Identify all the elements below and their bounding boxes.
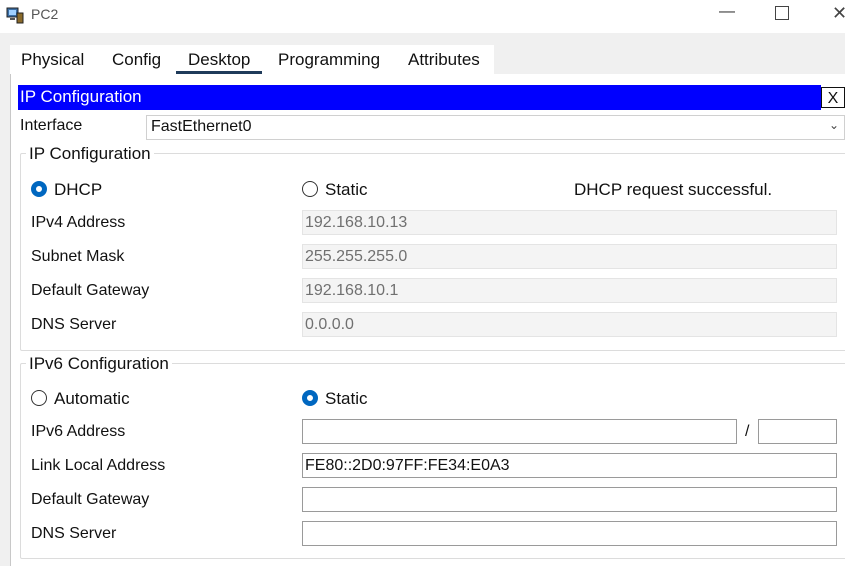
ipv6-automatic-radio-label[interactable]: Automatic: [54, 389, 130, 409]
close-window-button[interactable]: ✕: [832, 2, 845, 24]
ipv6-group-title: IPv6 Configuration: [26, 354, 172, 374]
pc-app-icon: [6, 7, 24, 24]
ipv4-gateway-field[interactable]: 192.168.10.1: [302, 278, 837, 303]
ip-config-header: IP Configuration: [18, 85, 821, 110]
tab-config[interactable]: Config: [112, 45, 161, 74]
title-bar: PC2 — ✕: [0, 0, 845, 30]
ipv4-static-radio[interactable]: [302, 181, 318, 197]
chevron-down-icon[interactable]: ⌄: [829, 118, 839, 132]
window-title: PC2: [31, 6, 59, 22]
ipv6-static-radio-label[interactable]: Static: [325, 389, 368, 409]
tab-attributes[interactable]: Attributes: [408, 45, 480, 74]
ipv6-address-label: IPv6 Address: [31, 423, 126, 440]
ipv6-prefix-field[interactable]: [758, 419, 837, 444]
subnet-mask-field[interactable]: 255.255.255.0: [302, 244, 837, 269]
ipv4-static-radio-label[interactable]: Static: [325, 180, 368, 200]
ipv6-dns-field[interactable]: [302, 521, 837, 546]
dhcp-radio[interactable]: [31, 181, 47, 197]
dhcp-radio-label[interactable]: DHCP: [54, 180, 102, 200]
ipv4-gateway-label: Default Gateway: [31, 282, 150, 299]
link-local-address-field[interactable]: FE80::2D0:97FF:FE34:E0A3: [302, 453, 837, 478]
ipv6-address-field[interactable]: [302, 419, 737, 444]
subnet-mask-label: Subnet Mask: [31, 248, 125, 265]
prefix-separator: /: [745, 423, 750, 440]
tab-bar: Physical Config Desktop Programming Attr…: [10, 45, 494, 74]
tab-physical[interactable]: Physical: [21, 45, 84, 74]
minimize-button[interactable]: —: [716, 2, 738, 24]
ipv4-dns-label: DNS Server: [31, 316, 117, 333]
interface-select[interactable]: FastEthernet0: [146, 115, 845, 140]
interface-label: Interface: [20, 117, 83, 134]
tab-programming[interactable]: Programming: [278, 45, 380, 74]
ipv6-automatic-radio[interactable]: [31, 390, 47, 406]
dhcp-status-text: DHCP request successful.: [574, 180, 773, 199]
maximize-button[interactable]: [775, 6, 789, 20]
ipv4-dns-field[interactable]: 0.0.0.0: [302, 312, 837, 337]
ipv4-address-label: IPv4 Address: [31, 214, 126, 231]
ipv6-static-radio[interactable]: [302, 390, 318, 406]
tab-desktop[interactable]: Desktop: [175, 45, 263, 74]
ipv4-address-field[interactable]: 192.168.10.13: [302, 210, 837, 235]
ipv6-gateway-label: Default Gateway: [31, 491, 150, 508]
ipv6-dns-label: DNS Server: [31, 525, 117, 542]
interface-value: FastEthernet0: [151, 118, 252, 135]
ipv6-gateway-field[interactable]: [302, 487, 837, 512]
close-ip-config-button[interactable]: X: [821, 87, 845, 108]
ipv4-group-title: IP Configuration: [26, 144, 154, 164]
link-local-address-label: Link Local Address: [31, 457, 166, 474]
